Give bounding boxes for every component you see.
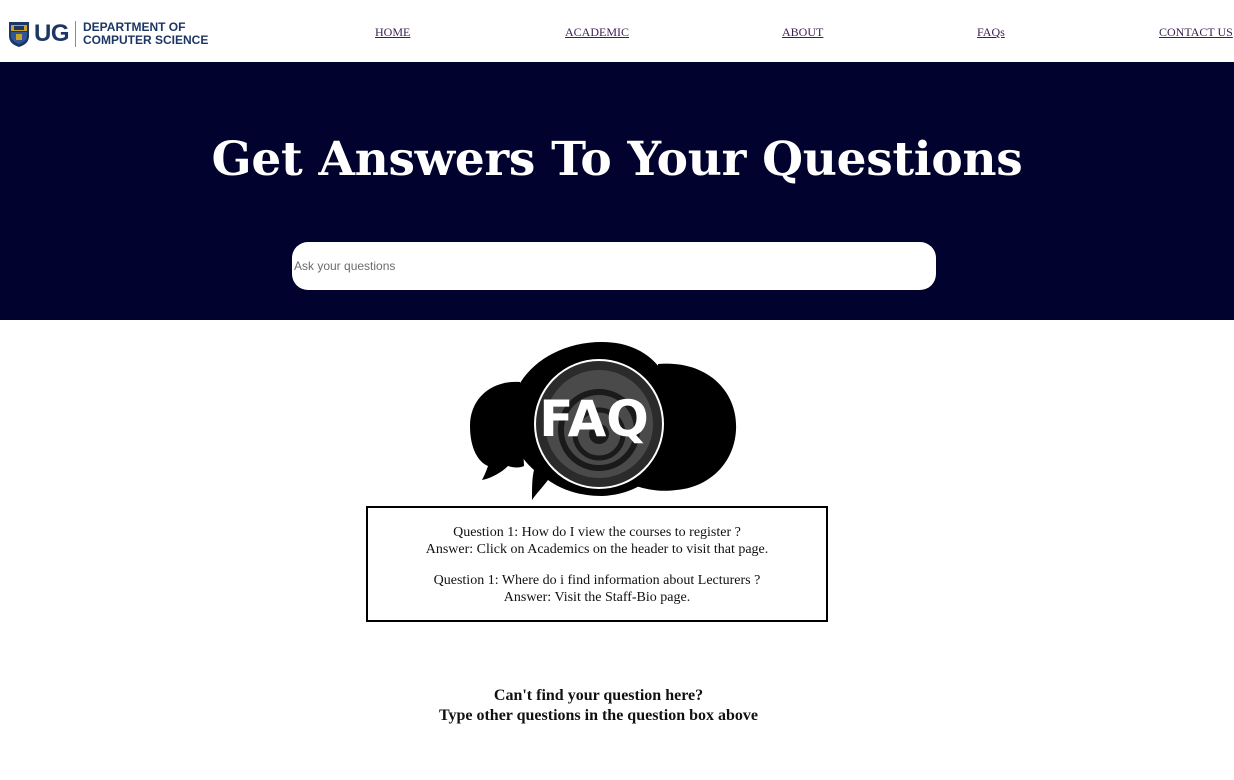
logo-divider (75, 21, 76, 47)
university-crest-icon (9, 21, 29, 47)
nav-home-link[interactable]: HOME (375, 25, 410, 40)
faq-question: Question 1: Where do i find information … (433, 573, 761, 588)
faq-item: Question 1: Where do i find information … (368, 572, 826, 606)
help-note: Can't find your question here? Type othe… (0, 686, 1197, 726)
faq-question: Question 1: How do I view the courses to… (453, 525, 741, 540)
nav-academic-link[interactable]: ACADEMIC (565, 25, 629, 40)
faq-graphic-label: FAQ (539, 390, 649, 448)
nav-about-link[interactable]: ABOUT (782, 25, 823, 40)
speech-bubbles-faq-icon: FAQ (470, 342, 737, 500)
nav-faqs-link[interactable]: FAQs (977, 25, 1005, 40)
faq-answer: Answer: Visit the Staff-Bio page. (503, 590, 691, 605)
help-note-line-2: Type other questions in the question box… (438, 707, 758, 724)
hero-banner: Get Answers To Your Questions (0, 62, 1234, 320)
ug-logo[interactable]: UG DEPARTMENT OF COMPUTER SCIENCE (8, 19, 208, 49)
question-search-input[interactable] (292, 242, 936, 290)
department-name: DEPARTMENT OF COMPUTER SCIENCE (83, 21, 208, 47)
logo-ug-text: UG (34, 20, 70, 47)
site-header: UG DEPARTMENT OF COMPUTER SCIENCE HOME A… (0, 0, 1234, 62)
faq-list: Question 1: How do I view the courses to… (366, 506, 828, 622)
hero-title: Get Answers To Your Questions (211, 132, 1023, 187)
department-line-2: COMPUTER SCIENCE (83, 33, 209, 47)
nav-contact-link[interactable]: CONTACT US (1159, 25, 1233, 40)
faq-item: Question 1: How do I view the courses to… (368, 524, 826, 558)
faq-answer: Answer: Click on Academics on the header… (425, 542, 769, 557)
help-note-line-1: Can't find your question here? (493, 687, 704, 704)
